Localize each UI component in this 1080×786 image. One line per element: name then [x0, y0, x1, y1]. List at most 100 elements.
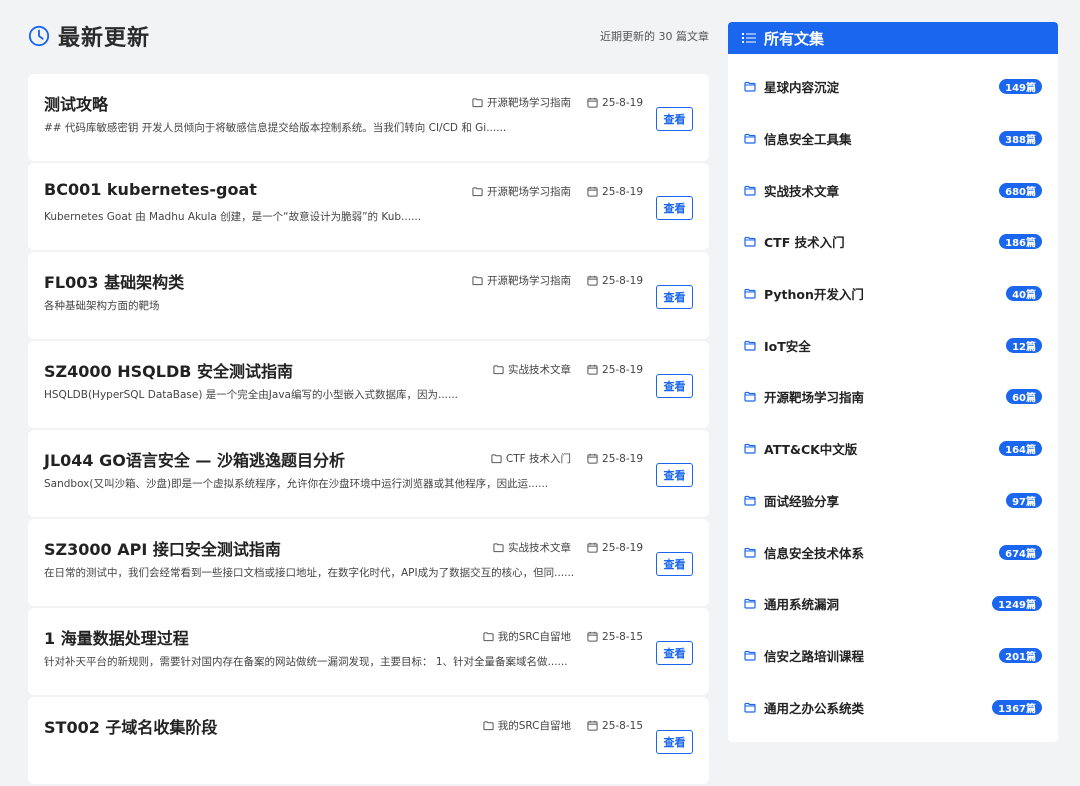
- article-date: 25-8-19: [587, 364, 643, 376]
- calendar-icon: [587, 720, 598, 731]
- article-category[interactable]: 我的SRC自留地: [483, 629, 571, 644]
- collection-label: CTF 技术入门: [764, 235, 845, 251]
- collection-label: 通用之办公系统类: [764, 700, 865, 716]
- count-badge: 674篇: [999, 544, 1042, 560]
- sidebar-collection-item[interactable]: 面试经验分享 97篇: [728, 475, 1058, 527]
- calendar-icon: [587, 364, 598, 375]
- article-meta: 实战技术文章 25-8-19: [493, 362, 643, 377]
- sidebar-collection-item[interactable]: CTF 技术入门 186篇: [728, 216, 1058, 268]
- article-title[interactable]: 1 海量数据处理过程: [44, 625, 189, 649]
- article-category-label: 开源靶场学习指南: [487, 275, 572, 287]
- main-content: 最新更新 近期更新的 30 篇文章 测试攻略 ## 代码库敏感密钥 开发人员倾向于…: [28, 18, 709, 786]
- article-card[interactable]: FL003 基础架构类 各种基础架构方面的靶场 开源靶场学习指南 25-8-19 查看: [28, 252, 709, 339]
- view-button[interactable]: 查看: [656, 552, 693, 576]
- article-title[interactable]: SZ3000 API 接口安全测试指南: [44, 536, 281, 560]
- calendar-icon: [587, 97, 598, 108]
- view-button[interactable]: 查看: [656, 107, 693, 131]
- article-card[interactable]: SZ4000 HSQLDB 安全测试指南 HSQLDB(HyperSQL Data…: [28, 341, 709, 428]
- sidebar-collection-item[interactable]: Python开发入门 40篇: [728, 268, 1058, 320]
- article-date-label: 25-8-19: [602, 185, 643, 198]
- article-date-label: 25-8-15: [602, 719, 643, 732]
- article-card[interactable]: SZ3000 API 接口安全测试指南 在日常的测试中，我们会经常看到一些接口文档…: [28, 519, 709, 606]
- collection-label: 开源靶场学习指南: [764, 390, 865, 406]
- article-excerpt: ## 代码库敏感密钥 开发人员倾向于将敏感信息提交给版本控制系统。当我们转向 C…: [44, 122, 507, 134]
- count-badge: 1367篇: [992, 699, 1042, 715]
- sidebar-collection-item[interactable]: IoT安全 12篇: [728, 319, 1058, 371]
- count-badge: 149篇: [999, 79, 1042, 95]
- folder-icon: [744, 340, 756, 351]
- count-badge: 680篇: [999, 182, 1042, 198]
- article-category[interactable]: CTF 技术入门: [491, 451, 571, 466]
- article-title[interactable]: JL044 GO语言安全 — 沙箱逃逸题目分析: [44, 447, 345, 471]
- folder-icon: [472, 187, 483, 197]
- article-category[interactable]: 开源靶场学习指南: [472, 184, 571, 199]
- sidebar-collection-item[interactable]: 星球内容沉淀 149篇: [728, 61, 1058, 113]
- page-title: 最新更新: [58, 26, 151, 51]
- article-card[interactable]: BC001 kubernetes-goat Kubernetes Goat 由 M…: [28, 163, 709, 250]
- view-button[interactable]: 查看: [656, 196, 693, 220]
- sidebar-header: 所有文集: [728, 22, 1058, 54]
- article-title[interactable]: BC001 kubernetes-goat: [44, 180, 257, 199]
- count-badge: 164篇: [999, 441, 1042, 457]
- view-button[interactable]: 查看: [656, 374, 693, 398]
- article-meta: 开源靶场学习指南 25-8-19: [472, 273, 643, 288]
- article-category-label: 开源靶场学习指南: [487, 186, 572, 198]
- count-badge: 60篇: [1006, 389, 1042, 405]
- folder-icon: [744, 82, 756, 92]
- folder-icon: [493, 365, 504, 375]
- sidebar-collection-item[interactable]: 通用系统漏洞 1249篇: [728, 578, 1058, 630]
- article-date: 25-8-19: [587, 275, 643, 287]
- sidebar-collection-item[interactable]: 开源靶场学习指南 60篇: [728, 371, 1058, 423]
- article-category[interactable]: 我的SRC自留地: [483, 718, 571, 733]
- article-title[interactable]: FL003 基础架构类: [44, 269, 184, 293]
- article-date-label: 25-8-15: [602, 630, 643, 643]
- sidebar-collection-item[interactable]: 信安之路培训课程 201篇: [728, 630, 1058, 682]
- view-button[interactable]: 查看: [656, 285, 693, 309]
- folder-icon: [744, 547, 756, 558]
- folder-icon: [491, 454, 502, 464]
- article-card[interactable]: 1 海量数据处理过程针对补天平台的新规则，需要针对国内存在备案的网站做统一漏洞发…: [28, 608, 709, 695]
- article-category-label: 实战技术文章: [508, 364, 572, 376]
- calendar-icon: [587, 275, 598, 286]
- article-card[interactable]: 测试攻略 ## 代码库敏感密钥 开发人员倾向于将敏感信息提交给版本控制系统。当我们…: [28, 74, 709, 161]
- calendar-icon: [587, 631, 598, 642]
- count-badge: 97篇: [1006, 492, 1042, 508]
- article-title[interactable]: 测试攻略: [44, 91, 108, 115]
- collection-label: ATT&CK中文版: [764, 442, 858, 458]
- sidebar-collection-item[interactable]: 实战技术文章 680篇: [728, 164, 1058, 216]
- folder-icon: [744, 133, 756, 144]
- article-card[interactable]: ST002 子域名收集阶段 我的SRC自留地 25-8-15 查看: [28, 697, 709, 784]
- sidebar-collection-item[interactable]: 通用之办公系统类 1367篇: [728, 681, 1058, 733]
- article-category[interactable]: 实战技术文章: [493, 362, 571, 377]
- collection-label: Python开发入门: [764, 287, 864, 303]
- article-date-label: 25-8-19: [602, 452, 643, 465]
- sidebar-collection-item[interactable]: ATT&CK中文版 164篇: [728, 423, 1058, 475]
- section-title-group: 最新更新: [28, 20, 150, 52]
- count-badge: 12篇: [1006, 337, 1042, 353]
- section-header: 最新更新 近期更新的 30 篇文章: [28, 18, 709, 54]
- article-card[interactable]: JL044 GO语言安全 — 沙箱逃逸题目分析 Sandbox(又叫沙箱、沙盘)即…: [28, 430, 709, 517]
- article-excerpt: Sandbox(又叫沙箱、沙盘)即是一个虚拟系统程序，允许你在沙盘环境中运行浏览…: [44, 478, 549, 490]
- article-date-label: 25-8-19: [602, 274, 643, 287]
- collection-label: IoT安全: [764, 338, 811, 354]
- folder-icon: [472, 98, 483, 108]
- calendar-icon: [587, 542, 598, 553]
- article-category[interactable]: 开源靶场学习指南: [472, 95, 571, 110]
- sidebar-collection-item[interactable]: 信息安全技术体系 674篇: [728, 526, 1058, 578]
- article-title[interactable]: SZ4000 HSQLDB 安全测试指南: [44, 358, 293, 382]
- article-meta: 我的SRC自留地 25-8-15: [483, 718, 643, 733]
- article-date-label: 25-8-19: [602, 541, 643, 554]
- article-date-label: 25-8-19: [602, 96, 643, 109]
- view-button[interactable]: 查看: [656, 463, 693, 487]
- article-category-label: 我的SRC自留地: [497, 720, 572, 732]
- article-title[interactable]: ST002 子域名收集阶段: [44, 714, 217, 738]
- article-category-label: CTF 技术入门: [505, 453, 572, 465]
- article-meta: 开源靶场学习指南 25-8-19: [472, 184, 643, 199]
- article-category[interactable]: 开源靶场学习指南: [472, 273, 571, 288]
- view-button[interactable]: 查看: [656, 641, 693, 665]
- article-date: 25-8-15: [587, 631, 643, 643]
- article-category[interactable]: 实战技术文章: [493, 540, 571, 555]
- sidebar-collection-item[interactable]: 信息安全工具集 388篇: [728, 113, 1058, 165]
- article-excerpt: 针对补天平台的新规则，需要针对国内存在备案的网站做统一漏洞发现，主要目标： 1、…: [44, 656, 568, 668]
- view-button[interactable]: 查看: [656, 730, 693, 754]
